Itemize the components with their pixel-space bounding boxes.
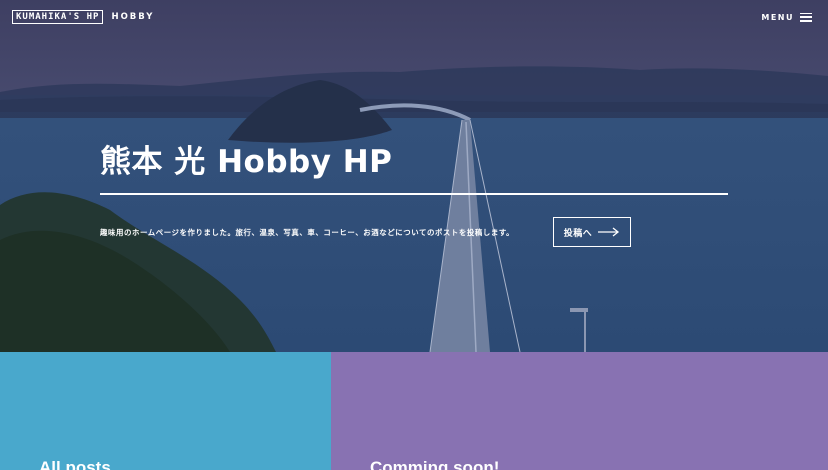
all-posts-panel[interactable]: All posts (0, 352, 331, 470)
site-logo-text[interactable]: KUMAHIKA'S HP (12, 10, 104, 24)
coming-soon-panel[interactable]: Comming soon! (331, 352, 828, 470)
hero-description: 趣味用のホームページを作りました。旅行、温泉、写真、車、コーヒー、お酒などについ… (100, 228, 515, 237)
posts-button[interactable]: 投稿へ (553, 217, 631, 247)
site-logo[interactable]: KUMAHIKA'S HP HOBBY (12, 10, 154, 24)
hero-title: 熊本 光 Hobby HP (100, 144, 393, 180)
hero-section: KUMAHIKA'S HP HOBBY MENU 熊本 光 Hobby HP 趣… (0, 0, 828, 352)
arrow-right-icon[interactable] (598, 227, 620, 237)
coming-soon-title[interactable]: Comming soon! (370, 458, 499, 470)
site-logo-subtitle[interactable]: HOBBY (111, 12, 154, 22)
menu-label[interactable]: MENU (761, 13, 794, 22)
hamburger-icon[interactable] (800, 12, 812, 22)
menu-button[interactable]: MENU (761, 10, 812, 24)
posts-button-label[interactable]: 投稿へ (564, 226, 593, 239)
hero-divider (100, 193, 728, 195)
all-posts-title[interactable]: All posts (39, 458, 111, 470)
